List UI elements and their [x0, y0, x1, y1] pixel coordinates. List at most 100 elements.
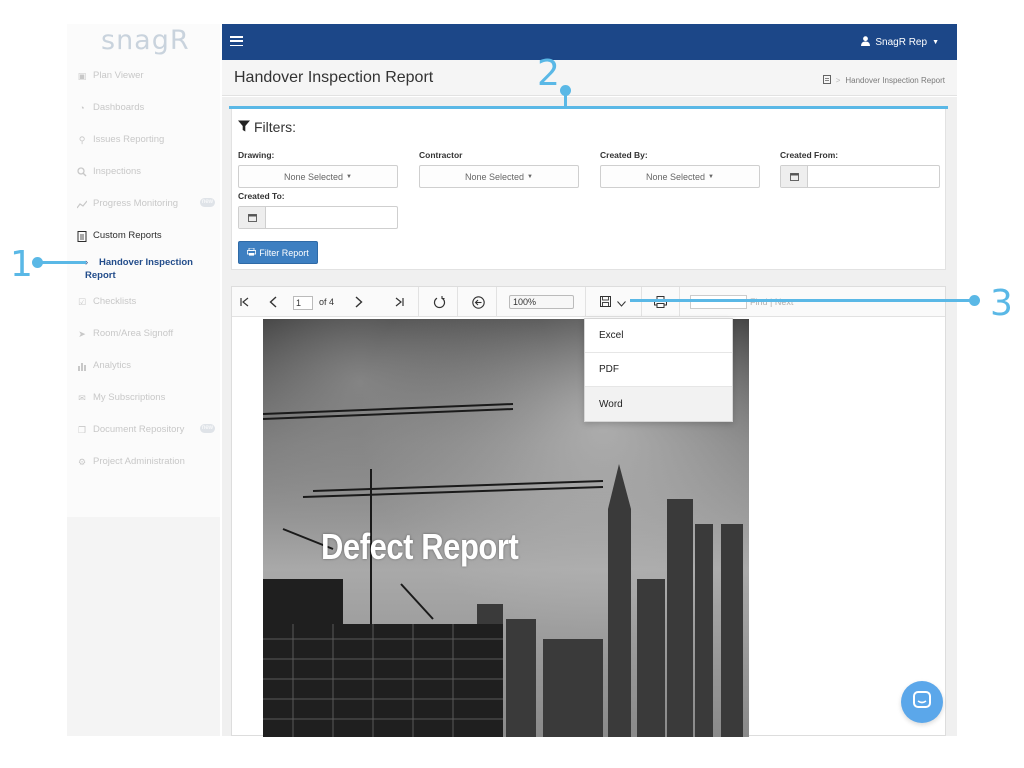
- new-badge: new: [200, 424, 215, 433]
- toolbar-divider: [418, 287, 419, 317]
- refresh-icon[interactable]: [431, 292, 447, 312]
- breadcrumb: > Handover Inspection Report: [822, 75, 945, 86]
- sidebar-item-label: My Subscriptions: [93, 392, 166, 403]
- caret-down-icon: ▼: [346, 173, 352, 180]
- app-window: snagR ▣ Plan Viewer ◔ Dashboards ⚲ Issue…: [0, 0, 1024, 768]
- search-icon: [77, 166, 87, 177]
- toolbar-divider: [496, 287, 497, 317]
- toolbar-divider: [641, 287, 642, 317]
- created-from-label: Created From:: [780, 150, 839, 160]
- filters-title: Filters:: [238, 119, 296, 135]
- sidebar-item-label: Project Administration: [93, 456, 185, 467]
- sidebar-item-checklists[interactable]: ☑ Checklists: [77, 296, 136, 307]
- back-icon[interactable]: [470, 292, 486, 312]
- sidebar-item-label: Custom Reports: [93, 230, 162, 241]
- export-pdf-option[interactable]: PDF: [585, 353, 732, 387]
- dashboard-icon: ◔: [79, 102, 85, 113]
- chat-launcher-button[interactable]: [901, 681, 943, 723]
- sidebar-item-label: Issues Reporting: [93, 134, 165, 145]
- export-excel-option[interactable]: Excel: [585, 319, 732, 353]
- page-header: Handover Inspection Report > Handover In…: [222, 60, 957, 96]
- page-title: Handover Inspection Report: [234, 69, 434, 86]
- next-page-icon[interactable]: [352, 292, 366, 312]
- callout-number-1: 1: [10, 244, 33, 285]
- export-dropdown-menu: Excel PDF Word: [584, 318, 733, 422]
- calendar-icon[interactable]: [781, 166, 808, 187]
- calendar-icon[interactable]: [239, 207, 266, 228]
- sidebar-item-plan-viewer[interactable]: ▣ Plan Viewer: [77, 70, 144, 81]
- filter-icon: [238, 119, 250, 135]
- page-number-input[interactable]: 1: [293, 296, 313, 310]
- zoom-select[interactable]: 100%: [509, 295, 574, 309]
- breadcrumb-current: Handover Inspection Report: [845, 76, 945, 85]
- viewer-toolbar: 1 of 4 100% Find | Next: [232, 287, 945, 317]
- caret-down-icon: ▼: [932, 39, 939, 46]
- toolbar-divider: [679, 287, 680, 317]
- sidebar-subitem-handover-inspection-report[interactable]: › Handover Inspection Report: [85, 256, 215, 282]
- sidebar-item-project-administration[interactable]: ⚙ Project Administration: [77, 456, 185, 467]
- cogs-icon: ⚙: [77, 456, 87, 467]
- callout-number-2: 2: [537, 53, 560, 94]
- filters-title-text: Filters:: [254, 119, 296, 135]
- caret-down-icon: ▼: [708, 173, 714, 180]
- sidebar-item-label: Document Repository: [93, 424, 185, 435]
- bar-chart-icon: [77, 361, 87, 371]
- created-from-field[interactable]: [780, 165, 940, 188]
- user-name: SnagR Rep: [875, 37, 928, 48]
- filter-report-label: Filter Report: [259, 247, 309, 258]
- drawing-select-value: None Selected: [284, 171, 344, 182]
- sidebar-item-custom-reports[interactable]: Custom Reports: [77, 230, 162, 242]
- checkbox-icon: ☑: [77, 296, 87, 307]
- page-count: of 4: [319, 297, 335, 307]
- sidebar-subitem-label: Handover Inspection Report: [85, 257, 193, 281]
- export-button[interactable]: [598, 292, 628, 312]
- filters-panel: Filters: Drawing: None Selected ▼ Contra…: [231, 108, 946, 270]
- sidebar-item-dashboards[interactable]: ◔ Dashboards: [77, 102, 144, 113]
- save-icon: [600, 295, 611, 310]
- app-logo[interactable]: snagR: [101, 25, 190, 56]
- last-page-icon[interactable]: [392, 292, 406, 312]
- export-word-option[interactable]: Word: [585, 387, 732, 421]
- sidebar-item-document-repository[interactable]: ❐ Document Repository: [77, 424, 184, 435]
- callout-dot-3: [969, 295, 980, 306]
- user-icon: [861, 36, 871, 49]
- chat-icon: [913, 690, 931, 714]
- copy-icon: ❐: [77, 424, 87, 435]
- sidebar-item-analytics[interactable]: Analytics: [77, 360, 131, 371]
- contractor-label: Contractor: [419, 150, 463, 160]
- map-marker-icon: ⚲: [78, 134, 86, 145]
- drawing-select[interactable]: None Selected ▼: [238, 165, 398, 188]
- chevron-right-icon: ›: [85, 257, 89, 268]
- created-by-select[interactable]: None Selected ▼: [600, 165, 760, 188]
- caret-down-icon: ▼: [527, 173, 533, 180]
- sidebar: snagR ▣ Plan Viewer ◔ Dashboards ⚲ Issue…: [67, 24, 220, 736]
- sidebar-item-label: Inspections: [93, 166, 142, 177]
- sidebar-item-label: Checklists: [93, 296, 137, 307]
- breadcrumb-separator: >: [835, 76, 841, 85]
- user-menu[interactable]: SnagR Rep ▼: [861, 36, 939, 49]
- callout-line-3: [630, 299, 975, 302]
- sidebar-item-issues-reporting[interactable]: ⚲ Issues Reporting: [77, 134, 165, 145]
- created-to-field[interactable]: [238, 206, 398, 229]
- document-icon[interactable]: [822, 75, 831, 86]
- find-input[interactable]: [690, 295, 747, 309]
- sidebar-item-label: Dashboards: [93, 102, 145, 113]
- previous-page-icon[interactable]: [266, 292, 280, 312]
- image-icon: ▣: [77, 70, 87, 81]
- callout-number-3: 3: [990, 283, 1013, 324]
- contractor-select-value: None Selected: [465, 171, 525, 182]
- file-icon: [77, 230, 87, 242]
- print-button-icon[interactable]: [652, 292, 668, 312]
- print-icon: [247, 247, 257, 258]
- sidebar-item-inspections[interactable]: Inspections: [77, 166, 141, 177]
- sidebar-item-my-subscriptions[interactable]: ✉ My Subscriptions: [77, 392, 165, 403]
- hamburger-menu-icon[interactable]: [230, 36, 243, 46]
- contractor-select[interactable]: None Selected ▼: [419, 165, 579, 188]
- top-navbar: SnagR Rep ▼: [222, 24, 957, 60]
- sidebar-item-progress-monitoring[interactable]: Progress Monitoring: [76, 198, 178, 209]
- callout-line-2-vertical: [564, 89, 567, 107]
- filter-report-button[interactable]: Filter Report: [238, 241, 318, 264]
- drawing-label: Drawing:: [238, 150, 275, 160]
- sidebar-item-room-area-signoff[interactable]: ➤ Room/Area Signoff: [77, 328, 173, 339]
- first-page-icon[interactable]: [238, 292, 252, 312]
